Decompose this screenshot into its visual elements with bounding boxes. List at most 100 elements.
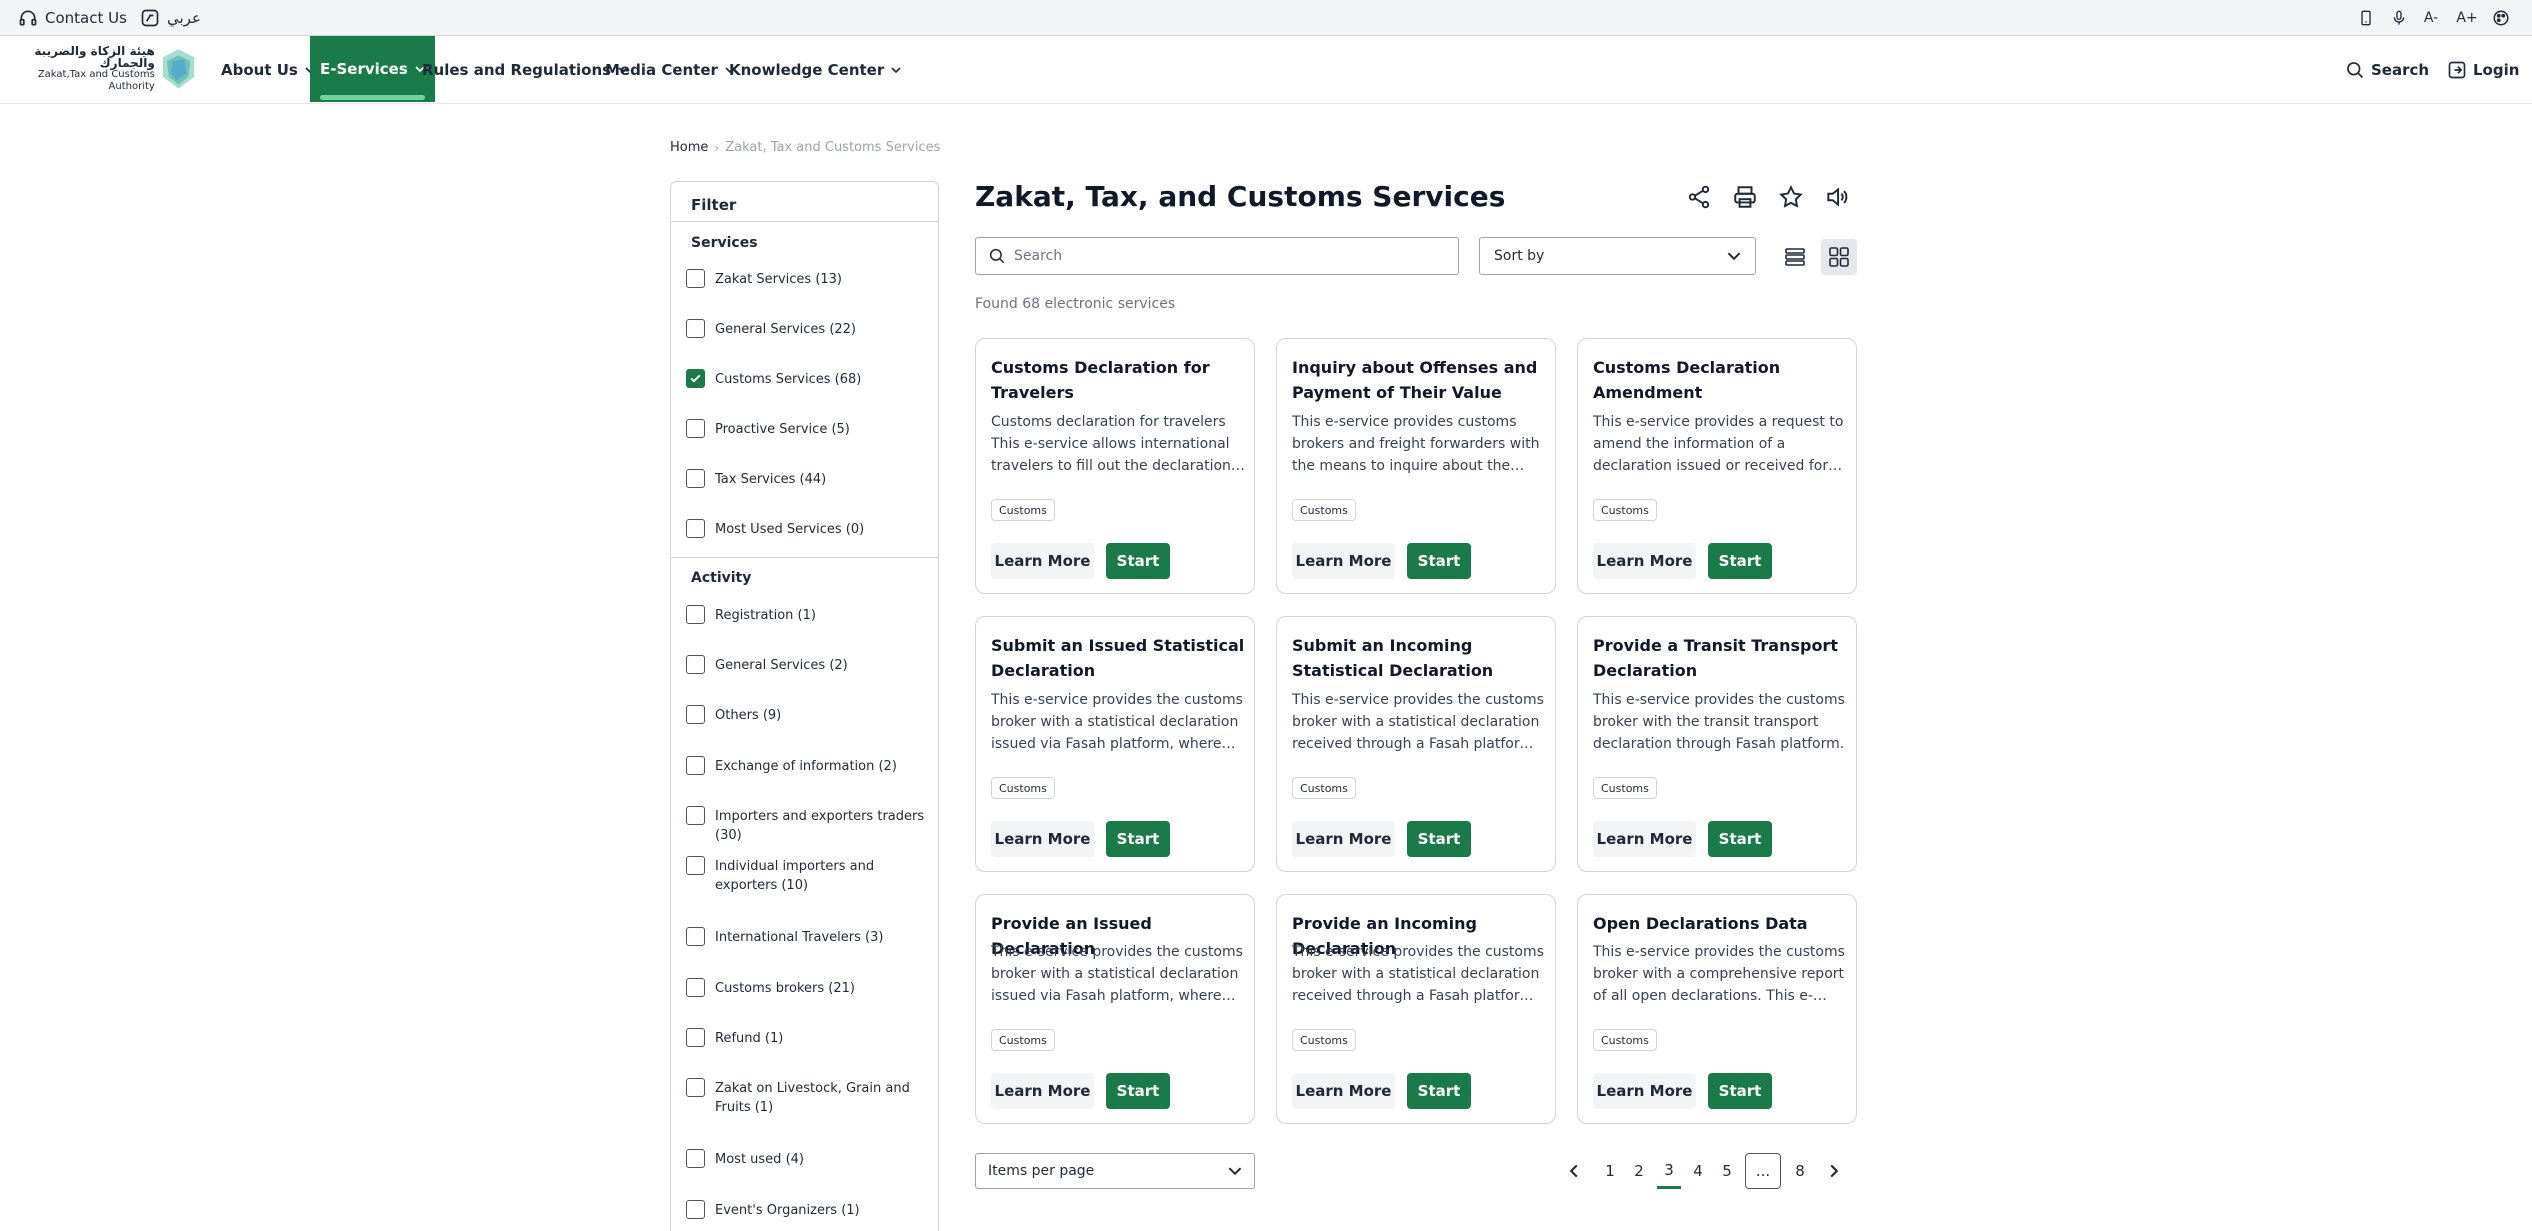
start-button[interactable]: Start — [1407, 543, 1471, 579]
checkbox[interactable] — [686, 269, 705, 288]
share-icon[interactable] — [1686, 184, 1712, 210]
pagination-page[interactable]: 1 — [1598, 1153, 1622, 1189]
checkbox[interactable] — [686, 655, 705, 674]
list-view-button[interactable] — [1777, 239, 1813, 275]
font-increase-icon[interactable]: A+ — [2456, 7, 2478, 29]
login-button[interactable]: Login — [2447, 36, 2519, 104]
nav-rules-label: Rules and Regulations — [422, 61, 612, 79]
pagination-page[interactable]: 5 — [1715, 1153, 1739, 1189]
filter-option-general-services-activity[interactable]: General Services (2) — [686, 655, 931, 675]
filter-option-customs-services[interactable]: Customs Services (68) — [686, 369, 931, 389]
pagination-ellipsis[interactable]: ... — [1745, 1153, 1781, 1189]
contact-us-link[interactable]: Contact Us — [18, 0, 127, 36]
start-button[interactable]: Start — [1708, 1073, 1772, 1109]
headset-icon — [19, 10, 37, 26]
service-card-tag: Customs — [991, 1029, 1055, 1051]
speaker-icon[interactable] — [1824, 184, 1850, 210]
learn-more-button[interactable]: Learn More — [1292, 1073, 1395, 1109]
nav-media-label: Media Center — [605, 61, 718, 79]
service-card-tag: Customs — [1593, 777, 1657, 799]
checkbox[interactable] — [686, 1028, 705, 1047]
zatca-logo[interactable]: هيئة الزكاة والضريبة والجمارك Zakat,Tax … — [8, 45, 198, 92]
filter-option-zakat-services[interactable]: Zakat Services (13) — [686, 269, 931, 289]
start-button[interactable]: Start — [1708, 821, 1772, 857]
checkbox[interactable] — [686, 705, 705, 724]
nav-about-us[interactable]: About Us — [221, 36, 315, 104]
filter-option-registration[interactable]: Registration (1) — [686, 605, 931, 625]
learn-more-button[interactable]: Learn More — [1593, 821, 1696, 857]
star-icon[interactable] — [1778, 184, 1804, 210]
filter-option-general-services[interactable]: General Services (22) — [686, 319, 931, 339]
filter-option-event-organizers[interactable]: Event's Organizers (1) — [686, 1200, 931, 1220]
start-button[interactable]: Start — [1407, 1073, 1471, 1109]
checkbox[interactable] — [686, 605, 705, 624]
learn-more-button[interactable]: Learn More — [991, 821, 1094, 857]
nav-media-center[interactable]: Media Center — [605, 36, 735, 104]
pagination-page[interactable]: 2 — [1627, 1153, 1651, 1189]
main-navigation: هيئة الزكاة والضريبة والجمارك Zakat,Tax … — [0, 36, 2532, 104]
learn-more-button[interactable]: Learn More — [1593, 1073, 1696, 1109]
pagination-prev[interactable] — [1562, 1153, 1586, 1189]
filter-option-zakat-livestock[interactable]: Zakat on Livestock, Grain and Fruits (1) — [686, 1078, 931, 1117]
learn-more-button[interactable]: Learn More — [991, 543, 1094, 579]
checkbox-checked[interactable] — [686, 369, 705, 388]
checkbox[interactable] — [686, 419, 705, 438]
start-button[interactable]: Start — [1106, 1073, 1170, 1109]
checkbox[interactable] — [686, 756, 705, 775]
search-button[interactable]: Search — [2345, 36, 2429, 104]
mobile-icon[interactable] — [2355, 7, 2377, 29]
learn-more-button[interactable]: Learn More — [1292, 543, 1395, 579]
checkbox[interactable] — [686, 1149, 705, 1168]
filter-option-most-used-services[interactable]: Most Used Services (0) — [686, 519, 931, 539]
language-switch[interactable]: عربي — [140, 0, 201, 36]
filter-option-importers-exporters-traders[interactable]: Importers and exporters traders (30) — [686, 806, 931, 845]
filter-option-individual-importers-exporters[interactable]: Individual importers and exporters (10) — [686, 856, 931, 895]
filter-option-label: Customs brokers (21) — [715, 981, 855, 996]
start-button[interactable]: Start — [1407, 821, 1471, 857]
pagination-page[interactable]: 4 — [1686, 1153, 1710, 1189]
service-card-tag: Customs — [991, 777, 1055, 799]
microphone-icon[interactable] — [2388, 7, 2410, 29]
filter-option-exchange-of-information[interactable]: Exchange of information (2) — [686, 756, 931, 776]
checkbox[interactable] — [686, 978, 705, 997]
checkbox[interactable] — [686, 1078, 705, 1097]
nav-rules-and-regulations[interactable]: Rules and Regulations — [422, 36, 628, 104]
checkbox[interactable] — [686, 319, 705, 338]
color-contrast-icon[interactable] — [2490, 7, 2512, 29]
learn-more-button[interactable]: Learn More — [1292, 821, 1395, 857]
checkbox[interactable] — [686, 927, 705, 946]
learn-more-button[interactable]: Learn More — [991, 1073, 1094, 1109]
items-per-page-select[interactable]: Items per page — [975, 1153, 1255, 1189]
filter-option-customs-brokers[interactable]: Customs brokers (21) — [686, 978, 931, 998]
nav-e-services[interactable]: E-Services — [310, 36, 435, 102]
filter-option-tax-services[interactable]: Tax Services (44) — [686, 469, 931, 489]
checkbox[interactable] — [686, 469, 705, 488]
page-title: Zakat, Tax, and Customs Services — [975, 180, 1506, 213]
pagination-page[interactable]: 8 — [1788, 1153, 1812, 1189]
pagination-page-current[interactable]: 3 — [1657, 1153, 1681, 1189]
filter-option-refund[interactable]: Refund (1) — [686, 1028, 931, 1048]
start-button[interactable]: Start — [1708, 543, 1772, 579]
filter-option-international-travelers[interactable]: International Travelers (3) — [686, 927, 931, 947]
service-card-tag: Customs — [1593, 499, 1657, 521]
filter-option-label: Importers and exporters traders (30) — [715, 809, 925, 843]
nav-knowledge-center[interactable]: Knowledge Center — [729, 36, 901, 104]
learn-more-button[interactable]: Learn More — [1593, 543, 1696, 579]
filter-option-others[interactable]: Others (9) — [686, 705, 931, 725]
print-icon[interactable] — [1732, 184, 1758, 210]
breadcrumb-home[interactable]: Home — [670, 140, 708, 155]
checkbox[interactable] — [686, 1200, 705, 1219]
grid-view-button[interactable] — [1821, 239, 1857, 275]
start-button[interactable]: Start — [1106, 543, 1170, 579]
start-button[interactable]: Start — [1106, 821, 1170, 857]
checkbox[interactable] — [686, 856, 705, 875]
sort-by-select[interactable]: Sort by — [1479, 237, 1756, 275]
service-card-title: Open Declarations Data — [1593, 914, 1808, 933]
filter-option-proactive-service[interactable]: Proactive Service (5) — [686, 419, 931, 439]
checkbox[interactable] — [686, 519, 705, 538]
pagination-next[interactable] — [1822, 1153, 1846, 1189]
search-input[interactable] — [1014, 248, 1444, 264]
filter-option-most-used[interactable]: Most used (4) — [686, 1149, 931, 1169]
font-decrease-icon[interactable]: A- — [2420, 7, 2442, 29]
checkbox[interactable] — [686, 806, 705, 825]
